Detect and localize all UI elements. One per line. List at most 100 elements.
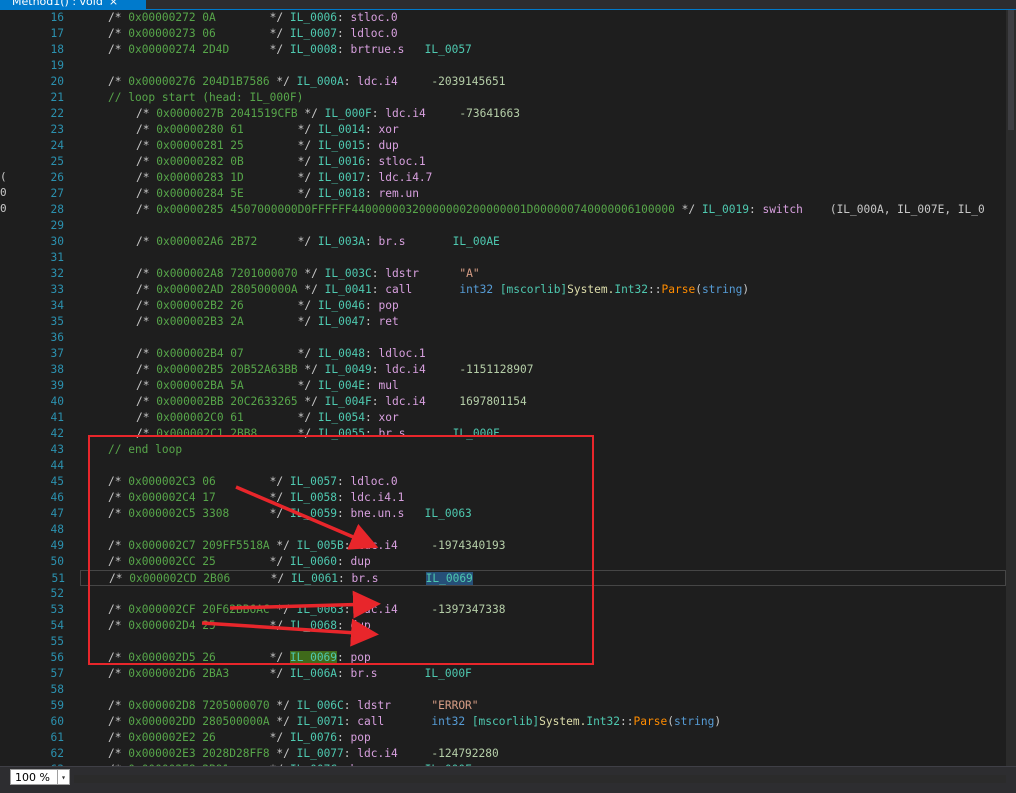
horizontal-scrollbar[interactable] bbox=[74, 775, 1006, 783]
code-line[interactable]: 57 /* 0x000002D6 2BA3 */ IL_006A: br.s IL… bbox=[10, 666, 1006, 682]
code-line[interactable]: 62 /* 0x000002E3 2028D28FF8 */ IL_0077: l… bbox=[10, 746, 1006, 762]
code-line[interactable]: 31 bbox=[10, 250, 1006, 266]
offset-and-bytes: 0x000002E2 26 bbox=[128, 731, 216, 744]
param-type: string bbox=[701, 283, 743, 296]
code-line[interactable]: 18 /* 0x00000274 2D4D */ IL_0008: brtrue.… bbox=[10, 42, 1006, 58]
line-number: 48 bbox=[50, 523, 64, 536]
opcode: xor bbox=[378, 123, 399, 136]
il-label: IL_0008 bbox=[289, 43, 338, 56]
line-number: 49 bbox=[50, 539, 64, 552]
code-line[interactable]: 56 /* 0x000002D5 26 */ IL_0069: pop bbox=[10, 650, 1006, 666]
code-line[interactable]: 61 /* 0x000002E2 26 */ IL_0076: pop bbox=[10, 730, 1006, 746]
code-text: /* 0x00000273 06 */ IL_0007: ldloc.0 bbox=[108, 27, 398, 40]
type-name: Int32 bbox=[614, 283, 649, 296]
offset-and-bytes: 0x000002B3 2A bbox=[156, 315, 244, 328]
method-name: Parse bbox=[633, 715, 668, 728]
chevron-down-icon[interactable]: ▾ bbox=[58, 769, 70, 785]
code-line[interactable]: 19 bbox=[10, 58, 1006, 74]
code-text: /* 0x000002C7 209FF5518A */ IL_005B: ldc… bbox=[108, 539, 506, 552]
code-line[interactable]: 43 // end loop bbox=[10, 442, 1006, 458]
il-code-editor[interactable]: 16 /* 0x00000272 0A */ IL_0006: stloc.0 17… bbox=[10, 10, 1006, 766]
code-line[interactable]: 47 /* 0x000002C5 3308 */ IL_0059: bne.un.… bbox=[10, 506, 1006, 522]
code-line[interactable]: 38 /* 0x000002B5 20B52A63BB */ IL_0049: l… bbox=[10, 362, 1006, 378]
line-number: 53 bbox=[50, 603, 64, 616]
close-icon[interactable]: × bbox=[109, 0, 118, 8]
document-tab-bar: Method1() : void × bbox=[0, 0, 1016, 10]
tab-method1[interactable]: Method1() : void × bbox=[0, 0, 146, 9]
code-text: /* 0x000002E2 26 */ IL_0076: pop bbox=[108, 731, 371, 744]
code-line[interactable]: 59 /* 0x000002D8 7205000070 */ IL_006C: l… bbox=[10, 698, 1006, 714]
code-line[interactable]: 45 /* 0x000002C3 06 */ IL_0057: ldloc.0 bbox=[10, 474, 1006, 490]
code-line[interactable]: 27 /* 0x00000284 5E */ IL_0018: rem.un bbox=[10, 186, 1006, 202]
code-line[interactable]: 52 bbox=[10, 586, 1006, 602]
code-line[interactable]: 46 /* 0x000002C4 17 */ IL_0058: ldc.i4.1 bbox=[10, 490, 1006, 506]
code-line[interactable]: 55 bbox=[10, 634, 1006, 650]
code-line[interactable]: 60 /* 0x000002DD 280500000A */ IL_0071: c… bbox=[10, 714, 1006, 730]
il-label: IL_0047 bbox=[317, 315, 366, 328]
code-line[interactable]: 20 /* 0x00000276 204D1B7586 */ IL_000A: l… bbox=[10, 74, 1006, 90]
opcode: ldc.i4.1 bbox=[350, 491, 405, 504]
line-number: 16 bbox=[50, 11, 64, 24]
offset-and-bytes: 0x0000027B 2041519CFB bbox=[156, 107, 298, 120]
code-line[interactable]: 34 /* 0x000002B2 26 */ IL_0046: pop bbox=[10, 298, 1006, 314]
offset-and-bytes: 0x000002D8 7205000070 bbox=[128, 699, 270, 712]
loop-comment: // loop start (head: IL_000F) bbox=[108, 91, 304, 104]
code-line[interactable]: 58 bbox=[10, 682, 1006, 698]
code-line[interactable]: 50 /* 0x000002CC 25 */ IL_0060: dup bbox=[10, 554, 1006, 570]
code-line[interactable]: 36 bbox=[10, 330, 1006, 346]
code-line[interactable]: 26 /* 0x00000283 1D */ IL_0017: ldc.i4.7 bbox=[10, 170, 1006, 186]
opcode: switch bbox=[762, 203, 803, 216]
code-line[interactable]: 23 /* 0x00000280 61 */ IL_0014: xor bbox=[10, 122, 1006, 138]
line-number: 26 bbox=[50, 171, 64, 184]
code-line[interactable]: 30 /* 0x000002A6 2B72 */ IL_003A: br.s IL… bbox=[10, 234, 1006, 250]
code-line[interactable]: 22 /* 0x0000027B 2041519CFB */ IL_000F: l… bbox=[10, 106, 1006, 122]
code-line[interactable]: 35 /* 0x000002B3 2A */ IL_0047: ret bbox=[10, 314, 1006, 330]
offset-and-bytes: 0x00000282 0B bbox=[156, 155, 244, 168]
code-line[interactable]: 41 /* 0x000002C0 61 */ IL_0054: xor bbox=[10, 410, 1006, 426]
code-line[interactable]: 33 /* 0x000002AD 280500000A */ IL_0041: c… bbox=[10, 282, 1006, 298]
left-margin: ( 0 0 bbox=[0, 10, 8, 766]
member-separator: :: bbox=[648, 283, 662, 296]
line-number: 30 bbox=[50, 235, 64, 248]
code-line[interactable]: 39 /* 0x000002BA 5A */ IL_004E: mul bbox=[10, 378, 1006, 394]
code-line[interactable]: 54 /* 0x000002D4 25 */ IL_0068: dup bbox=[10, 618, 1006, 634]
offset-and-bytes: 0x000002C7 209FF5518A bbox=[128, 539, 270, 552]
code-line[interactable]: 24 /* 0x00000281 25 */ IL_0015: dup bbox=[10, 138, 1006, 154]
member-separator: :: bbox=[620, 715, 634, 728]
vertical-scrollbar[interactable] bbox=[1006, 10, 1016, 766]
il-label: IL_0063 bbox=[296, 603, 344, 616]
line-number: 31 bbox=[50, 251, 64, 264]
code-line[interactable]: 17 /* 0x00000273 06 */ IL_0007: ldloc.0 bbox=[10, 26, 1006, 42]
operand: -2039145651 bbox=[431, 75, 506, 88]
opcode: ldc.i4 bbox=[357, 75, 398, 88]
line-number: 28 bbox=[50, 203, 64, 216]
code-line[interactable]: 53 /* 0x000002CF 20F62BB6AC */ IL_0063: l… bbox=[10, 602, 1006, 618]
operand: -73641663 bbox=[459, 107, 520, 120]
operand: IL_00AE bbox=[452, 235, 500, 248]
il-label: IL_0014 bbox=[317, 123, 366, 136]
code-line[interactable]: 29 bbox=[10, 218, 1006, 234]
code-line[interactable]: 49 /* 0x000002C7 209FF5518A */ IL_005B: l… bbox=[10, 538, 1006, 554]
scrollbar-thumb[interactable] bbox=[1008, 10, 1014, 130]
code-line[interactable]: 51 /* 0x000002CD 2B06 */ IL_0061: br.s IL… bbox=[52, 570, 1006, 586]
code-line[interactable]: 48 bbox=[10, 522, 1006, 538]
zoom-level-select[interactable]: 100 % bbox=[10, 769, 58, 785]
il-label: IL_005B bbox=[296, 539, 344, 552]
code-line[interactable]: 21 // loop start (head: IL_000F) bbox=[10, 90, 1006, 106]
opcode: dup bbox=[350, 555, 371, 568]
code-line[interactable]: 25 /* 0x00000282 0B */ IL_0016: stloc.1 bbox=[10, 154, 1006, 170]
margin-glyph: 0 bbox=[0, 186, 7, 199]
code-line[interactable]: 44 bbox=[10, 458, 1006, 474]
code-line[interactable]: 37 /* 0x000002B4 07 */ IL_0048: ldloc.1 bbox=[10, 346, 1006, 362]
operand: IL_0063 bbox=[424, 507, 472, 520]
code-line[interactable]: 28 /* 0x00000285 4507000000D0FFFFFF440000… bbox=[10, 202, 1006, 218]
code-line[interactable]: 32 /* 0x000002A8 7201000070 */ IL_003C: l… bbox=[10, 266, 1006, 282]
code-text: /* 0x000002B2 26 */ IL_0046: pop bbox=[136, 299, 399, 312]
code-text: /* 0x00000283 1D */ IL_0017: ldc.i4.7 bbox=[136, 171, 433, 184]
line-number: 37 bbox=[50, 347, 64, 360]
code-line[interactable]: 40 /* 0x000002BB 20C2633265 */ IL_004F: l… bbox=[10, 394, 1006, 410]
line-number: 58 bbox=[50, 683, 64, 696]
code-line[interactable]: 42 /* 0x000002C1 2BB8 */ IL_0055: br.s IL… bbox=[10, 426, 1006, 442]
code-text: /* 0x00000272 0A */ IL_0006: stloc.0 bbox=[108, 11, 398, 24]
code-line[interactable]: 16 /* 0x00000272 0A */ IL_0006: stloc.0 bbox=[10, 10, 1006, 26]
